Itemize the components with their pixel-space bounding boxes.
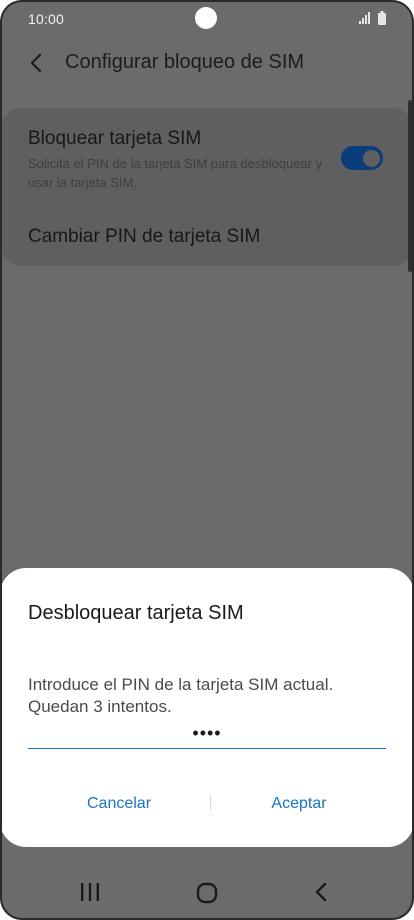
recent-apps-icon[interactable] (80, 882, 100, 902)
change-pin-title: Cambiar PIN de tarjeta SIM (28, 226, 261, 247)
home-icon[interactable] (196, 882, 218, 904)
lock-sim-toggle[interactable] (341, 146, 383, 170)
status-bar: 10:00 (0, 0, 414, 38)
settings-card: Bloquear tarjeta SIM Solicita el PIN de … (0, 108, 414, 266)
accept-button[interactable]: Aceptar (240, 790, 358, 818)
lock-sim-summary: Solicita el PIN de la tarjeta SIM para d… (28, 156, 323, 190)
cancel-button[interactable]: Cancelar (60, 790, 178, 818)
back-arrow-icon[interactable] (26, 52, 48, 74)
pin-input[interactable] (28, 718, 386, 749)
button-separator (210, 794, 211, 810)
page-title: Configurar bloqueo de SIM (65, 51, 305, 73)
status-time: 10:00 (28, 11, 65, 27)
scrollbar[interactable] (408, 100, 412, 272)
lock-sim-title: Bloquear tarjeta SIM (28, 128, 202, 149)
front-camera (195, 7, 217, 29)
signal-icon (359, 12, 370, 24)
battery-icon (378, 11, 386, 25)
unlock-sim-dialog: Desbloquear tarjeta SIM Introduce el PIN… (0, 568, 414, 847)
dialog-message: Introduce el PIN de la tarjeta SIM actua… (28, 675, 334, 716)
phone-screen: 10:00 Configurar bloqueo de SIM Bloquear… (0, 0, 414, 920)
navigation-bar (0, 866, 414, 920)
back-icon[interactable] (312, 882, 332, 902)
toggle-knob (361, 148, 382, 169)
dialog-title: Desbloquear tarjeta SIM (28, 602, 244, 624)
app-bar: Configurar bloqueo de SIM (0, 40, 414, 88)
